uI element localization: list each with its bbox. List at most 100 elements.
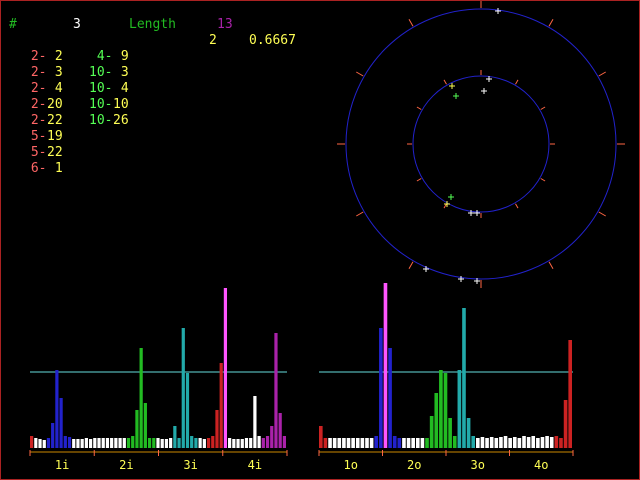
inner-tick-mark <box>540 106 546 110</box>
left-histogram: 1i 2i 3i 4i <box>29 288 288 472</box>
right-histogram-bar <box>499 437 503 448</box>
left-histogram-bar <box>88 439 93 448</box>
right-histogram-bar <box>512 437 517 448</box>
right-histogram-bar <box>392 436 397 448</box>
left-histogram-bar <box>194 438 198 448</box>
right-histogram-bar <box>388 348 392 448</box>
left-axis-label: 3i <box>183 458 197 472</box>
right-histogram-bar <box>429 416 434 448</box>
inner-tick-mark <box>416 178 422 182</box>
left-histogram-bar <box>228 438 232 448</box>
right-histogram-bar <box>522 436 526 448</box>
circle-marker <box>423 266 429 272</box>
left-histogram-bar <box>240 439 244 448</box>
right-histogram-bar <box>397 438 402 448</box>
right-histogram-bar <box>508 438 512 448</box>
left-histogram-bar <box>181 328 185 448</box>
right-histogram-bar <box>457 370 462 448</box>
left-histogram-bar <box>164 439 169 448</box>
right-histogram-bar <box>452 436 457 448</box>
circle-marker <box>495 8 501 14</box>
right-histogram-bar <box>374 436 379 448</box>
right-histogram: 1o 2o 3o 4o <box>318 283 574 472</box>
left-histogram-bar <box>274 333 278 448</box>
right-histogram-bar <box>406 438 411 448</box>
right-histogram-bar <box>540 437 545 448</box>
outer-tick-mark <box>356 211 364 217</box>
left-histogram-bar <box>63 436 67 448</box>
left-histogram-bar <box>169 438 173 448</box>
right-histogram-bar <box>355 438 360 448</box>
left-histogram-bar <box>42 440 46 448</box>
inner-tick-mark <box>540 178 546 182</box>
left-histogram-bar <box>101 438 105 448</box>
right-histogram-bar <box>351 438 355 448</box>
left-axis-label: 2i <box>119 458 133 472</box>
left-histogram-bar <box>265 436 270 448</box>
right-histogram-bar <box>402 438 406 448</box>
right-histogram-bar <box>328 438 332 448</box>
outer-tick-mark <box>598 211 606 217</box>
outer-tick-mark <box>408 261 414 269</box>
circle-marker <box>448 194 454 200</box>
left-histogram-bar <box>46 438 51 448</box>
outer-tick-mark <box>548 261 554 269</box>
left-histogram-bar <box>173 426 177 448</box>
right-axis-label: 4o <box>534 458 548 472</box>
left-histogram-bar <box>261 438 265 448</box>
left-histogram-bar <box>236 439 240 448</box>
screen: # 3 Length 13 2 0.6667 2- 2 2- 3 2- 4 2-… <box>0 0 640 480</box>
right-histogram-bar <box>517 438 522 448</box>
right-histogram-bar <box>415 438 420 448</box>
left-histogram-bar <box>215 410 219 448</box>
left-histogram-bar <box>152 438 156 448</box>
right-histogram-bar <box>549 437 554 448</box>
right-histogram-bar <box>503 436 508 448</box>
right-histogram-bar <box>337 438 342 448</box>
right-histogram-bar <box>466 418 471 448</box>
left-histogram-bar <box>131 436 135 448</box>
outer-circle <box>345 8 617 280</box>
left-histogram-bar <box>135 410 139 448</box>
left-histogram-bar <box>232 439 236 448</box>
right-histogram-bar <box>420 438 425 448</box>
right-histogram-bar <box>559 438 563 448</box>
right-histogram-bar <box>411 438 415 448</box>
right-histogram-bar <box>485 438 489 448</box>
left-histogram-bar <box>143 403 147 448</box>
inner-tick-mark <box>416 106 422 110</box>
left-histogram-bar <box>80 439 84 448</box>
left-histogram-bar <box>93 438 97 448</box>
inner-tick-mark <box>515 203 519 209</box>
inner-circle <box>412 75 550 213</box>
left-histogram-bar <box>72 439 76 448</box>
left-histogram-bar <box>38 439 42 448</box>
left-histogram-bar <box>51 423 55 448</box>
left-histogram-bar <box>118 438 122 448</box>
left-histogram-bar <box>282 436 286 448</box>
right-histogram-bar <box>360 438 365 448</box>
left-histogram-bar <box>202 439 206 448</box>
left-histogram-bar <box>147 438 152 448</box>
left-histogram-bar <box>156 438 160 448</box>
outer-tick-mark <box>548 19 554 27</box>
inner-tick-mark <box>515 79 519 85</box>
right-histogram-bar <box>471 436 476 448</box>
left-histogram-bar <box>190 436 194 448</box>
left-histogram-bar <box>84 438 88 448</box>
right-histogram-bar <box>489 437 494 448</box>
right-histogram-bar <box>332 438 337 448</box>
right-histogram-bar <box>494 438 499 448</box>
left-histogram-bar <box>177 438 181 448</box>
left-histogram-bar <box>105 438 110 448</box>
left-histogram-bar <box>278 413 282 448</box>
right-histogram-bar <box>443 373 448 448</box>
outer-tick-mark <box>408 19 414 27</box>
left-histogram-bar <box>110 438 114 448</box>
right-histogram-bar <box>531 436 536 448</box>
left-histogram-bar <box>206 438 211 448</box>
visualization: 1i 2i 3i 4i 1o 2o 3o 4o <box>29 1 625 472</box>
right-axis-label: 3o <box>471 458 485 472</box>
right-histogram-bar <box>563 400 568 448</box>
outer-tick-mark <box>356 71 364 77</box>
